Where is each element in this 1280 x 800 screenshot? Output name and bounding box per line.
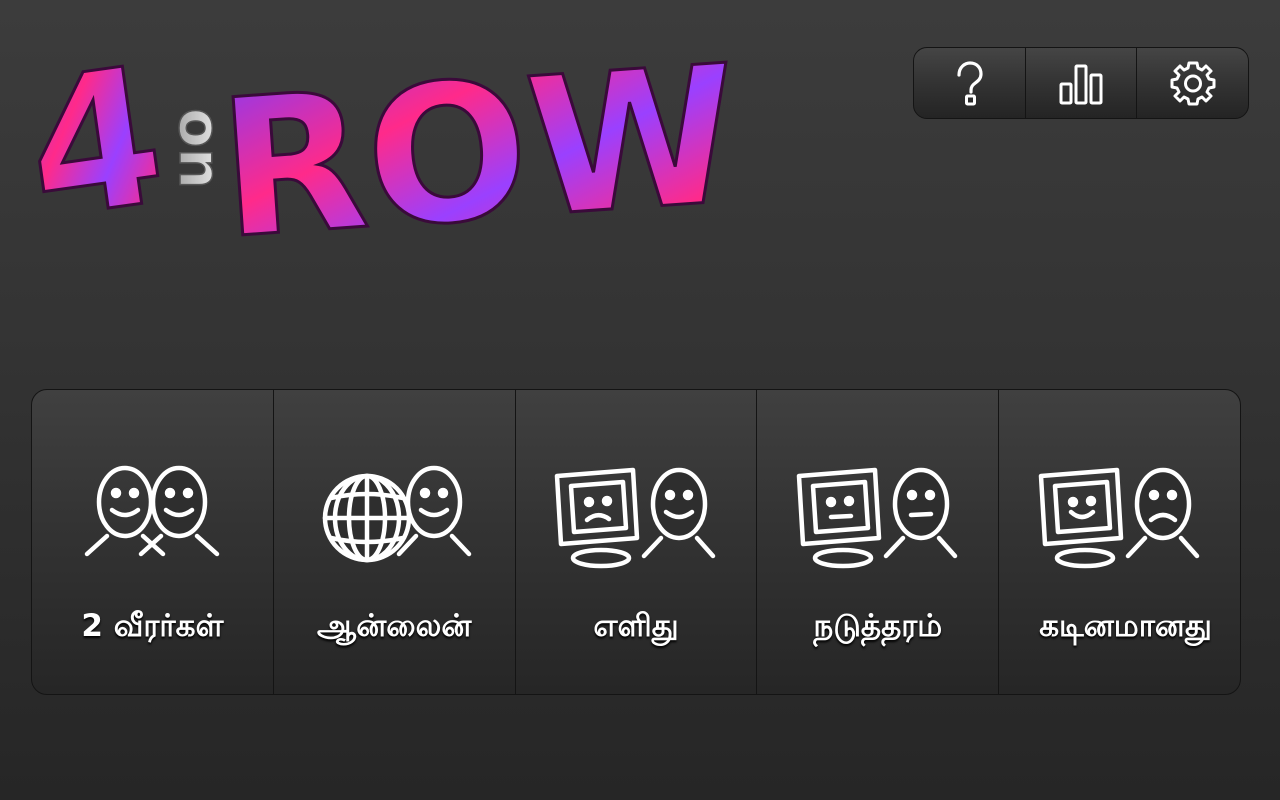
- online-globe-icon: [322, 465, 472, 563]
- mode-hard-label: கடினமானது: [1039, 608, 1212, 644]
- computer-hard-icon: [1038, 467, 1199, 569]
- stats-button[interactable]: [1026, 48, 1138, 118]
- mode-hard-button[interactable]: கடினமானது: [999, 390, 1240, 694]
- help-button[interactable]: [914, 48, 1026, 118]
- mode-medium-label: நடுத்தரம்: [813, 608, 943, 644]
- two-players-icon: [85, 465, 220, 557]
- question-mark-icon: [957, 61, 983, 106]
- settings-button[interactable]: [1137, 48, 1248, 118]
- game-logo: 4 ROW on: [13, 23, 800, 283]
- mode-two-players-button[interactable]: 2 வீரர்கள்: [32, 390, 274, 694]
- mode-online-label: ஆன்லைன்: [316, 608, 472, 644]
- gear-icon: [1170, 61, 1216, 106]
- mode-medium-button[interactable]: நடுத்தரம்: [757, 390, 1000, 694]
- top-toolbar: [913, 47, 1249, 119]
- bar-chart-icon: [1059, 64, 1103, 105]
- logo-four: 4: [30, 30, 176, 240]
- mode-easy-label: எளிது: [593, 608, 679, 644]
- computer-easy-icon: [554, 467, 716, 569]
- logo-row: ROW: [213, 30, 745, 240]
- mode-easy-button[interactable]: எளிது: [516, 390, 758, 694]
- mode-two-players-label: 2 வீரர்கள்: [81, 608, 224, 644]
- game-mode-panel: 2 வீரர்கள் ஆன்லைன் எளிது நடுத்தரம் கடினம…: [31, 389, 1241, 695]
- mode-online-button[interactable]: ஆன்லைன்: [274, 390, 516, 694]
- logo-small: on: [166, 108, 234, 189]
- computer-medium-icon: [796, 467, 958, 569]
- logo-graphic: 4 ROW on: [13, 23, 746, 283]
